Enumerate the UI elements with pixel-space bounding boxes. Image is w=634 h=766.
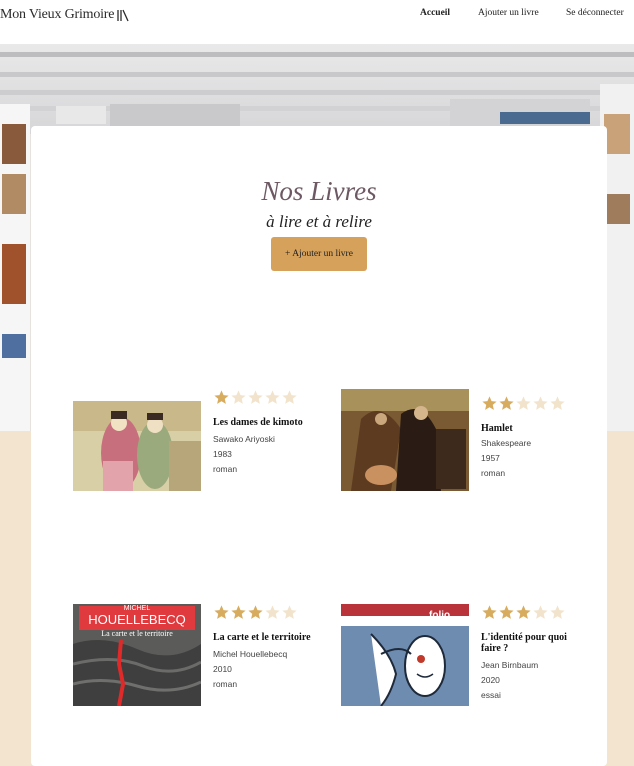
book-title: La carte et le territoire	[213, 632, 311, 643]
star-filled-icon	[482, 605, 497, 619]
star-empty-icon	[533, 396, 548, 410]
nav-accueil[interactable]: Accueil	[420, 8, 450, 18]
star-filled-icon	[499, 396, 514, 410]
star-empty-icon	[265, 605, 280, 619]
book-cover-image	[73, 401, 201, 491]
cover-brand: folio	[429, 610, 451, 621]
book-year: 2020	[481, 675, 500, 685]
star-filled-icon	[231, 605, 246, 619]
book-card[interactable]: folio L'identité pour quoi faire ? Jean …	[341, 604, 581, 714]
star-filled-icon	[214, 605, 229, 619]
star-filled-icon	[482, 396, 497, 410]
star-empty-icon	[516, 396, 531, 410]
nav-se-deconnecter[interactable]: Se déconnecter	[566, 8, 624, 18]
rating-stars	[213, 389, 313, 409]
star-empty-icon	[265, 390, 280, 404]
page-subtitle: à lire et à relire	[266, 212, 372, 231]
book-author: Shakespeare	[481, 438, 532, 448]
book-genre: roman	[213, 679, 238, 689]
book-title: Hamlet	[481, 423, 513, 434]
book-author: Jean Birnbaum	[481, 660, 539, 670]
book-logo-icon	[117, 9, 129, 22]
star-empty-icon	[248, 390, 263, 404]
star-filled-icon	[214, 390, 229, 404]
book-card[interactable]: Hamlet Shakespeare 1957 roman	[341, 389, 581, 499]
page-title: Nos Livres	[261, 176, 377, 206]
site-logo[interactable]: Mon Vieux Grimoire	[0, 7, 129, 23]
book-cover-image	[341, 389, 469, 491]
star-empty-icon	[550, 396, 565, 410]
nav-ajouter-livre[interactable]: Ajouter un livre	[478, 8, 539, 18]
book-author: Sawako Ariyoski	[213, 434, 275, 444]
book-author: Michel Houellebecq	[213, 649, 288, 659]
star-empty-icon	[282, 390, 297, 404]
book-genre: roman	[213, 464, 238, 474]
book-genre: roman	[481, 468, 506, 478]
site-header: Mon Vieux Grimoire Accueil Ajouter un li…	[0, 0, 634, 44]
book-card[interactable]: Les dames de kimoto Sawako Ariyoski 1983…	[73, 389, 313, 499]
star-empty-icon	[231, 390, 246, 404]
logo-text: Mon Vieux Grimoire	[0, 7, 115, 22]
rating-stars	[481, 604, 581, 624]
book-card[interactable]: MICHEL HOUELLEBECQ La carte et le territ…	[73, 604, 313, 714]
star-filled-icon	[248, 605, 263, 619]
cover-book-title: La carte et le territoire	[101, 629, 173, 638]
book-year: 2010	[213, 664, 232, 674]
star-filled-icon	[499, 605, 514, 619]
book-year: 1957	[481, 453, 500, 463]
rating-stars	[481, 395, 581, 415]
add-book-button[interactable]: + Ajouter un livre	[271, 237, 367, 271]
book-year: 1983	[213, 449, 232, 459]
book-title: L'identité pour quoi faire ?	[481, 632, 567, 654]
book-title: Les dames de kimoto	[213, 417, 303, 428]
star-filled-icon	[516, 605, 531, 619]
book-genre: essai	[481, 690, 501, 700]
rating-stars	[213, 604, 313, 624]
star-empty-icon	[550, 605, 565, 619]
books-panel: Nos Livres à lire et à relire + Ajouter …	[31, 126, 607, 766]
star-empty-icon	[533, 605, 548, 619]
book-cover-image: folio	[341, 604, 469, 706]
star-empty-icon	[282, 605, 297, 619]
cover-author-last: HOUELLEBECQ	[88, 612, 186, 627]
book-cover-image: MICHEL HOUELLEBECQ La carte et le territ…	[73, 604, 201, 706]
